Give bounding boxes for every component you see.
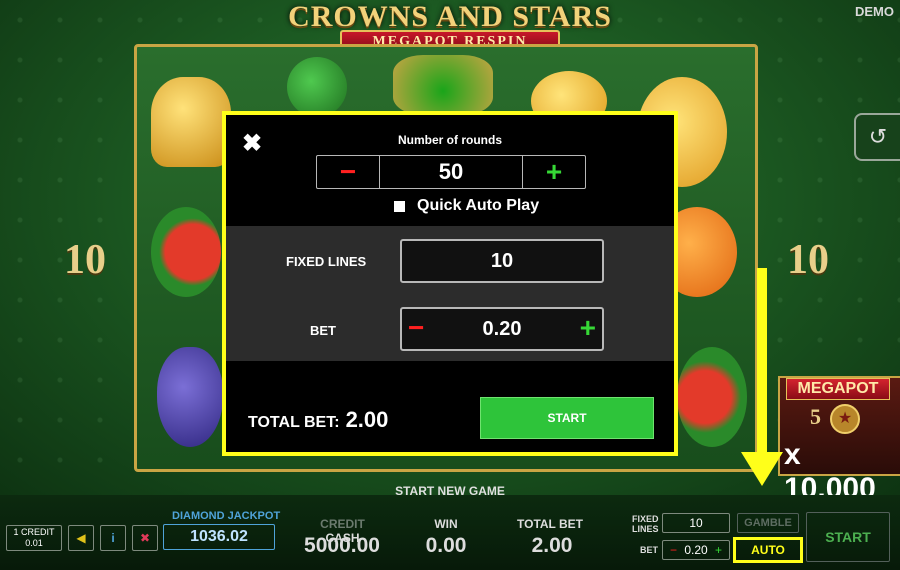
minus-icon: − xyxy=(339,156,357,187)
fixed-lines-field: 10 xyxy=(662,513,730,533)
quick-auto-play-option[interactable]: Quick Auto Play xyxy=(394,197,539,215)
credit-denomination[interactable]: 1 CREDIT 0.01 xyxy=(6,525,62,551)
highlight-arrow-head xyxy=(741,452,783,486)
rounds-decrease-button[interactable]: − xyxy=(317,156,380,188)
info-button[interactable]: i xyxy=(100,525,126,551)
crown-symbol xyxy=(393,55,493,115)
bell-symbol xyxy=(151,77,231,167)
bet-increase-button[interactable]: + xyxy=(580,308,596,348)
watermelon-symbol xyxy=(151,207,221,297)
settings-button[interactable]: ✖ xyxy=(132,525,158,551)
bet-increase-bar[interactable]: + xyxy=(715,543,722,557)
quick-auto-play-checkbox[interactable] xyxy=(394,200,405,212)
start-button[interactable]: START xyxy=(806,512,890,562)
game-title: CROWNS AND STARS xyxy=(288,0,612,33)
win-value: 0.00 xyxy=(425,534,467,557)
bet-decrease-button[interactable]: − xyxy=(408,308,424,348)
total-bet-label: TOTAL BET: xyxy=(248,414,340,431)
speaker-icon: ◀ xyxy=(76,531,86,545)
left-lines-indicator: 10 xyxy=(64,237,106,283)
bet-field: − 0.20 + xyxy=(662,540,730,560)
credit-prefix: CREDIT xyxy=(320,517,365,531)
win-label: WIN xyxy=(434,517,458,531)
cherry-symbol xyxy=(287,57,347,117)
fixed-lines-label-bar-1: FIXED xyxy=(632,514,659,524)
info-icon: i xyxy=(111,531,115,545)
fixed-lines-number: 10 xyxy=(490,250,514,272)
megapot-panel: MEGAPOT 5 ★ x 10.000 xyxy=(778,376,900,505)
grapes-symbol xyxy=(157,347,223,447)
fixed-lines-label-bar: FIXED LINES xyxy=(632,514,659,534)
fixed-lines-value: 10 xyxy=(400,239,604,283)
bet-value: 0.20 xyxy=(482,318,522,340)
watermelon-symbol-2 xyxy=(677,347,747,447)
bet-value-bar: 0.20 xyxy=(684,543,708,557)
megapot-title: MEGAPOT xyxy=(786,378,890,400)
plus-icon: + xyxy=(545,156,563,187)
auto-play-dialog: ✖ Number of rounds − 50 + Quick Auto Pla… xyxy=(222,111,678,456)
quick-auto-play-label: Quick Auto Play xyxy=(417,197,540,214)
megapot-count: 5 xyxy=(810,404,821,429)
start-new-game-label: START NEW GAME xyxy=(395,484,505,498)
highlight-arrow xyxy=(757,268,767,456)
total-bet-label-bar: TOTAL BET xyxy=(517,517,583,531)
rounds-stepper: − 50 + xyxy=(316,155,586,189)
bet-stepper: − 0.20 + xyxy=(400,307,604,351)
rounds-increase-button[interactable]: + xyxy=(522,156,585,188)
shuffle-icon: ✖ xyxy=(139,531,151,545)
diamond-jackpot-label: DIAMOND JACKPOT xyxy=(172,510,281,522)
star-icon: ★ xyxy=(830,404,860,434)
rounds-value: 50 xyxy=(438,159,464,184)
cash-value: 5000.00 xyxy=(304,534,380,557)
fixed-lines-label-bar-2: LINES xyxy=(632,524,659,534)
rounds-label: Number of rounds xyxy=(398,133,502,147)
history-button[interactable]: ↺ xyxy=(854,113,900,161)
gamble-button[interactable]: GAMBLE xyxy=(737,513,799,533)
total-bet-value-bar: 2.00 xyxy=(531,534,573,557)
bet-label: BET xyxy=(310,323,336,338)
total-bet: TOTAL BET: 2.00 xyxy=(248,407,388,433)
diamond-jackpot-value: 1036.02 xyxy=(163,524,275,550)
bet-label-bar: BET xyxy=(640,545,658,555)
credit-denomination-line2: 0.01 xyxy=(25,538,43,548)
right-lines-indicator: 10 xyxy=(787,237,829,283)
start-auto-play-button[interactable]: START xyxy=(480,397,654,439)
bet-decrease-bar[interactable]: − xyxy=(670,543,677,557)
fixed-lines-label: FIXED LINES xyxy=(286,254,367,269)
credit-denomination-line1: 1 CREDIT xyxy=(13,527,55,537)
history-icon: ↺ xyxy=(868,124,888,149)
auto-button[interactable]: AUTO xyxy=(733,537,803,563)
sound-button[interactable]: ◀ xyxy=(68,525,94,551)
total-bet-value: 2.00 xyxy=(345,407,389,432)
demo-label: DEMO xyxy=(855,4,894,19)
